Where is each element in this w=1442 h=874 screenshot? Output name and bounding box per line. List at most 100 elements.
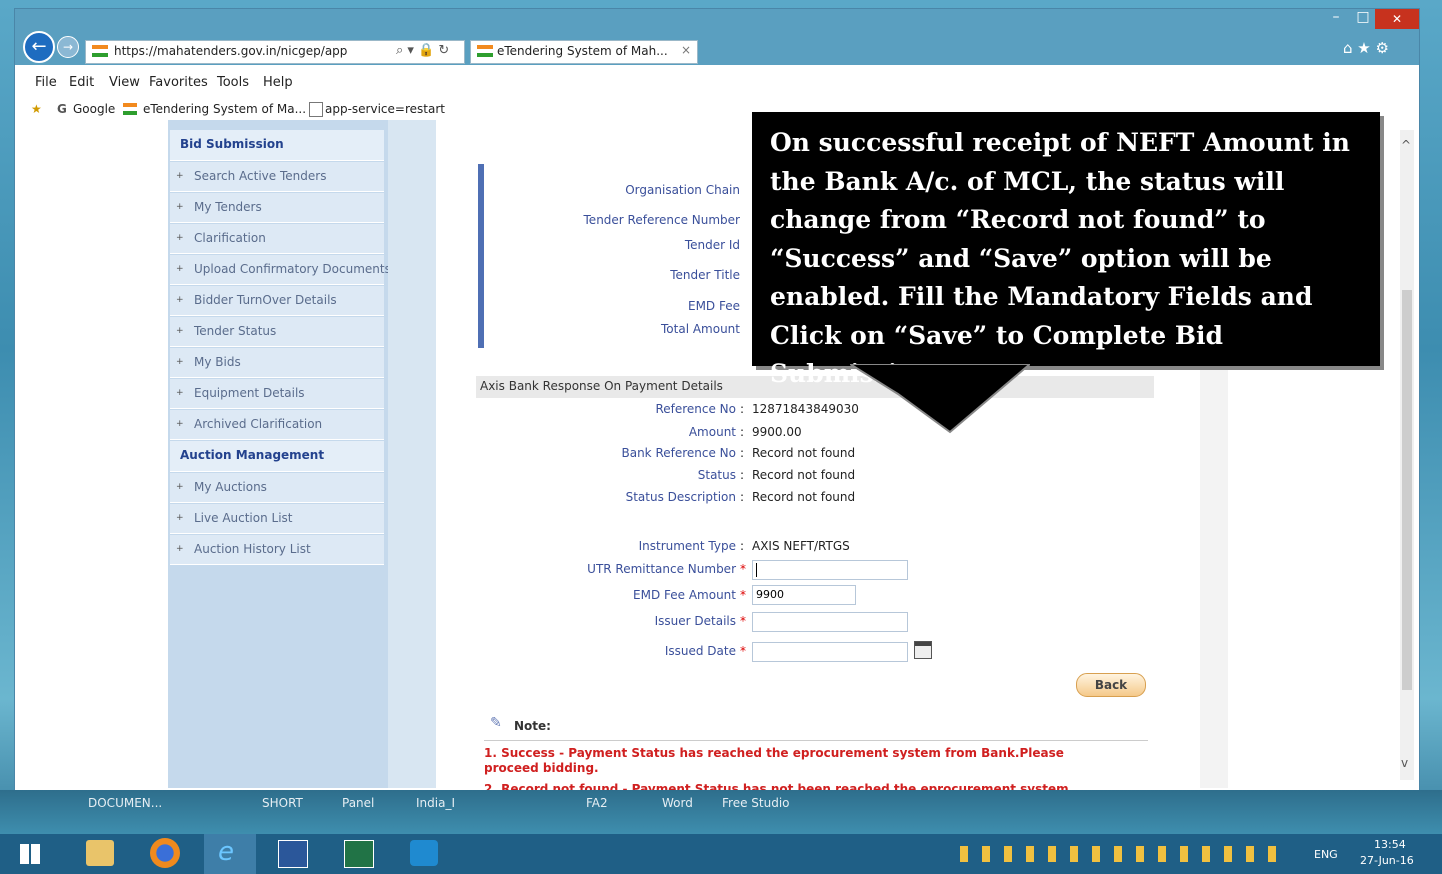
bullet-icon: + [176, 513, 184, 523]
value-status: Record not found [752, 468, 856, 482]
title-bar: ← → https://mahatenders.gov.in/nicgep/ap… [15, 9, 1419, 65]
scrollbar-thumb[interactable] [1402, 290, 1412, 690]
fav-etender-favicon-icon [123, 103, 137, 115]
windows-start-icon[interactable] [20, 844, 40, 864]
bullet-icon: + [176, 295, 184, 305]
forward-arrow-icon[interactable]: → [57, 36, 79, 58]
sidebar-item-live-auction-list[interactable]: + Live Auction List [170, 504, 384, 534]
sidebar-item-tender-status[interactable]: + Tender Status [170, 317, 384, 347]
label-bank-reference-no: Bank Reference No [621, 446, 736, 460]
bullet-icon: + [176, 233, 184, 243]
menu-edit[interactable]: Edit [69, 75, 94, 90]
clock-time[interactable]: 13:54 [1374, 838, 1406, 851]
back-arrow-icon[interactable]: ← [23, 31, 55, 63]
bullet-icon: + [176, 482, 184, 492]
note-line-1: 1. Success - Payment Status has reached … [484, 746, 1064, 775]
instruction-callout: On successful receipt of NEFT Amount in … [752, 112, 1380, 388]
note-line-2: 2. Record not found - Payment Status has… [484, 782, 1069, 790]
issued-date-input[interactable] [752, 642, 908, 662]
colon: : [740, 468, 745, 482]
ie-taskbar-button[interactable]: e [204, 834, 256, 874]
headphones-app-icon[interactable] [410, 840, 438, 866]
internet-explorer-icon: e [218, 837, 234, 867]
menu-tools[interactable]: Tools [217, 75, 249, 90]
issuer-details-input[interactable] [752, 612, 908, 632]
home-star-gear-icons[interactable]: ⌂ ★ ⚙ [1343, 39, 1389, 57]
menu-file[interactable]: File [35, 75, 57, 90]
sidebar-item-search-active-tenders[interactable]: + Search Active Tenders [170, 162, 384, 192]
back-button[interactable]: Back [1076, 673, 1146, 697]
sidebar-item-my-auctions[interactable]: + My Auctions [170, 473, 384, 503]
required-mark: * [740, 614, 746, 628]
required-mark: * [740, 644, 746, 658]
emd-fee-amount-input[interactable]: 9900 [752, 585, 856, 605]
menu-view[interactable]: View [109, 75, 140, 90]
strip-label: Panel [342, 796, 375, 810]
colon: : [740, 490, 745, 504]
value-amount: 9900.00 [752, 425, 802, 439]
system-tray-icons[interactable] [960, 846, 1280, 862]
fav-app-service[interactable]: app-service=restart [325, 102, 445, 116]
label-total-amount: Total Amount [661, 322, 740, 336]
label-status: Status [697, 468, 736, 482]
site-favicon-icon [92, 45, 108, 57]
note-title: Note: [514, 719, 551, 733]
scroll-up-icon[interactable]: ^ [1401, 138, 1411, 152]
bullet-icon: + [176, 264, 184, 274]
sidebar-item-archived-clarification[interactable]: + Archived Clarification [170, 410, 384, 440]
close-button[interactable]: ✕ [1375, 9, 1419, 29]
language-indicator[interactable]: ENG [1314, 848, 1338, 861]
label-issued-date: Issued Date [664, 644, 736, 658]
fav-etendering[interactable]: eTendering System of Ma... [143, 102, 306, 116]
firefox-icon[interactable] [150, 838, 180, 868]
sidebar-gutter [388, 120, 436, 788]
fav-google[interactable]: Google [73, 102, 115, 116]
menu-bar: File Edit View Favorites Tools Help [15, 71, 1419, 95]
file-explorer-icon[interactable] [86, 840, 114, 866]
value-status-description: Record not found [752, 490, 856, 504]
sidebar-item-equipment-details[interactable]: + Equipment Details [170, 379, 384, 409]
excel-icon[interactable] [344, 840, 374, 868]
word-icon[interactable] [278, 840, 308, 868]
address-url: https://mahatenders.gov.in/nicgep/app [114, 44, 348, 58]
desktop-strip: DOCUMEN... SHORT Panel India_I FA2 Word … [0, 790, 1442, 834]
sidebar-item-my-tenders[interactable]: + My Tenders [170, 193, 384, 223]
clock-date[interactable]: 27-Jun-16 [1360, 854, 1414, 867]
sidebar-item-clarification[interactable]: + Clarification [170, 224, 384, 254]
menu-favorites[interactable]: Favorites [149, 75, 208, 90]
bullet-icon: + [176, 419, 184, 429]
sidebar-header-auction-management: Auction Management [170, 441, 384, 472]
bullet-icon: + [176, 388, 184, 398]
axis-section-title: Axis Bank Response On Payment Details [480, 379, 723, 393]
tab-close-icon[interactable]: × [681, 43, 691, 57]
favorites-star-icon[interactable]: ★ [31, 102, 42, 116]
minimize-button[interactable]: – [1321, 9, 1351, 29]
label-tender-title: Tender Title [670, 268, 740, 282]
strip-label: Free Studio [722, 796, 790, 810]
vertical-scrollbar[interactable]: ^ v [1400, 130, 1414, 780]
page-icon [309, 102, 323, 117]
menu-help[interactable]: Help [263, 75, 293, 90]
label-emd-fee: EMD Fee [687, 299, 740, 313]
bullet-icon: + [176, 544, 184, 554]
sidebar-item-my-bids[interactable]: + My Bids [170, 348, 384, 378]
utr-remittance-input[interactable] [752, 560, 908, 580]
sidebar-item-upload-confirmatory-documents[interactable]: + Upload Confirmatory Documents [170, 255, 391, 285]
value-instrument-type: AXIS NEFT/RTGS [752, 539, 850, 553]
bullet-icon: + [176, 171, 184, 181]
calendar-icon[interactable] [914, 641, 932, 659]
strip-label: FA2 [586, 796, 608, 810]
sidebar-item-auction-history-list[interactable]: + Auction History List [170, 535, 384, 565]
colon: : [740, 446, 745, 460]
label-reference-no: Reference No [655, 402, 736, 416]
strip-label: India_I [416, 796, 455, 810]
scroll-down-icon[interactable]: v [1401, 756, 1408, 770]
label-tender-reference-number: Tender Reference Number [583, 213, 740, 227]
value-bank-reference-no: Record not found [752, 446, 856, 460]
maximize-button[interactable]: □ [1351, 9, 1375, 29]
google-g-icon: G [57, 102, 67, 116]
sidebar-item-bidder-turnover-details[interactable]: + Bidder TurnOver Details [170, 286, 384, 316]
address-bar[interactable]: https://mahatenders.gov.in/nicgep/app ⌕ … [85, 40, 465, 64]
browser-tab[interactable]: eTendering System of Mah... × [470, 40, 698, 64]
search-lock-refresh-icons[interactable]: ⌕ ▾ 🔒 ↻ [396, 43, 449, 58]
